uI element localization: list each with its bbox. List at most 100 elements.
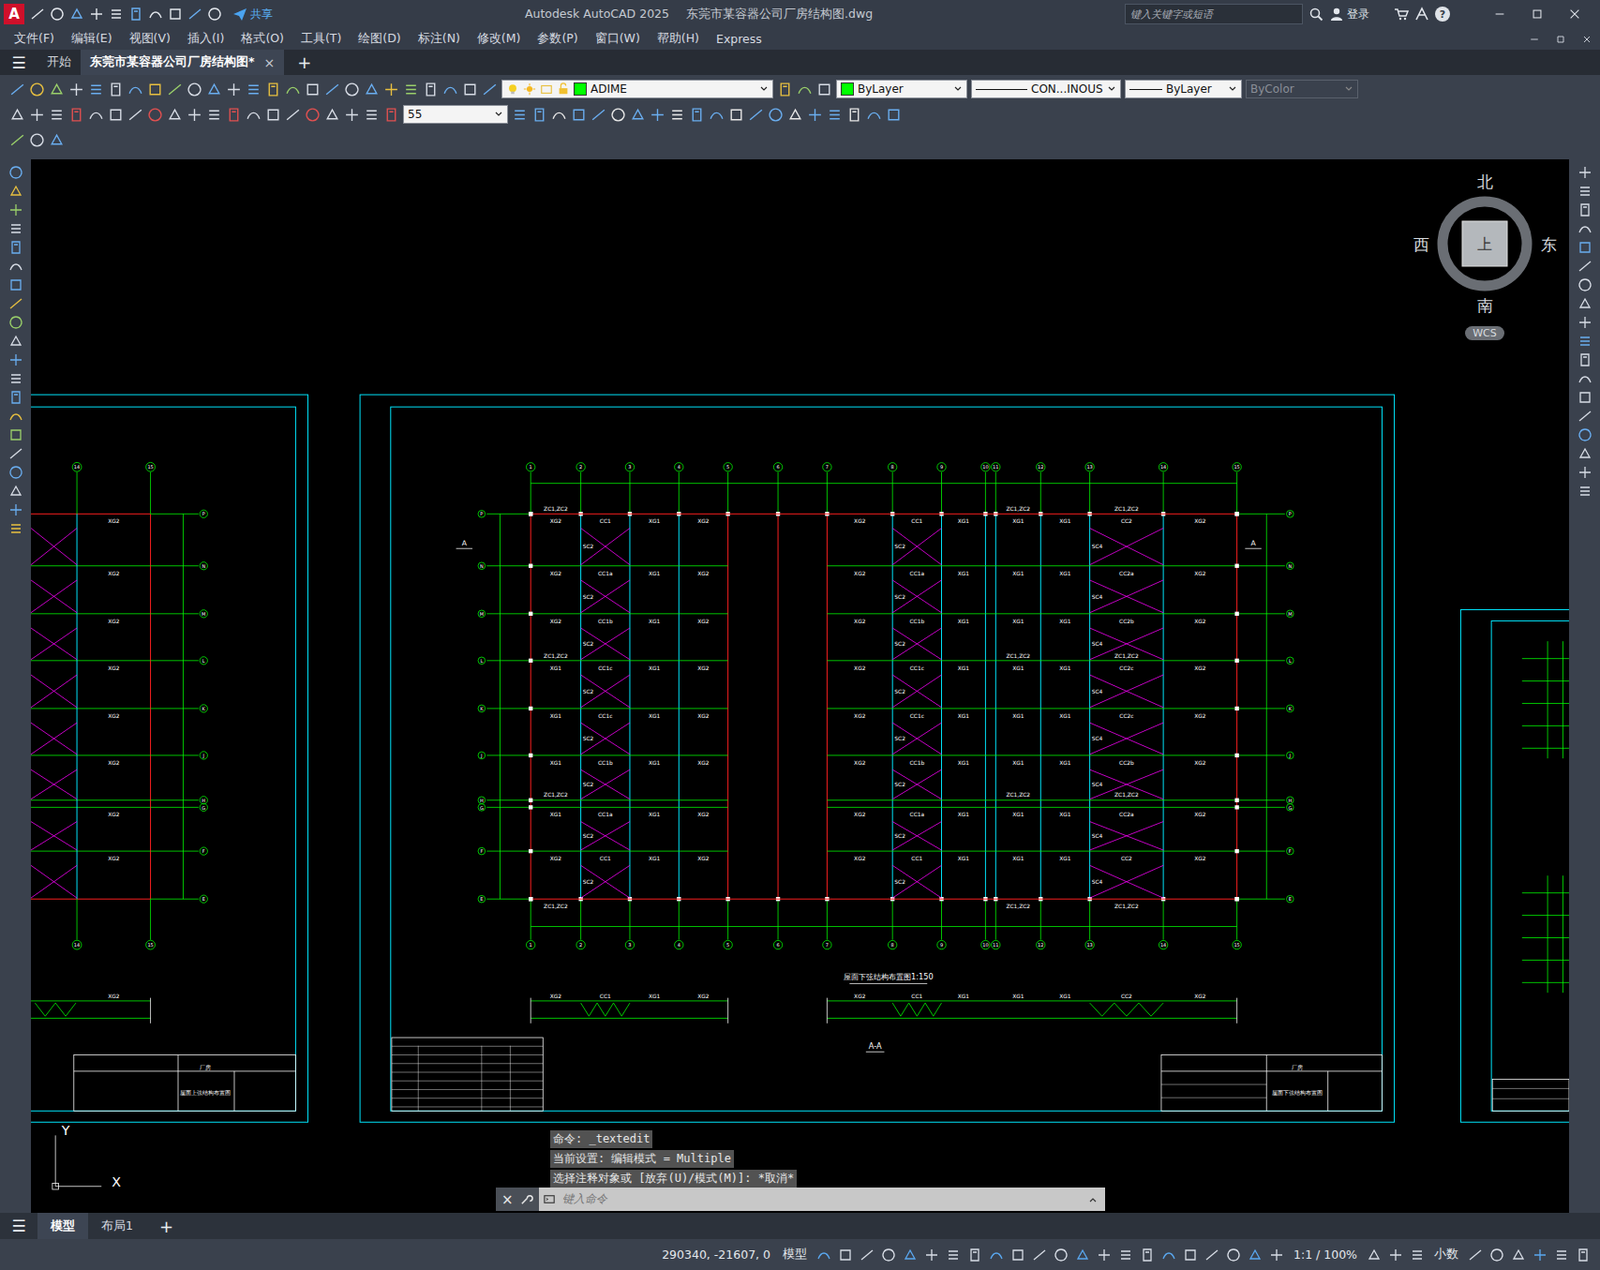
compass-south[interactable]: 南 [1477,296,1494,315]
dimension-tool-icon[interactable] [245,106,262,123]
search-field[interactable]: 键入关键字或短语 [1124,3,1303,25]
close-icon[interactable] [1568,7,1582,21]
plotstyle-dropdown[interactable]: ByColor [1245,79,1359,99]
modify-tool-icon[interactable] [787,106,804,123]
draw-tool-icon[interactable] [8,502,24,518]
minimize-icon[interactable] [1493,7,1507,21]
draw-tool-icon[interactable] [8,408,24,424]
dimension-tool-icon[interactable] [88,106,105,123]
dimension-tool-icon[interactable] [324,106,341,123]
draw-tool-icon[interactable] [8,371,24,387]
status-toggle-icon[interactable] [1161,1247,1177,1263]
dimension-tool-icon[interactable] [304,106,321,123]
quick-access-icon[interactable] [148,6,164,22]
modify-tool-icon[interactable] [629,106,646,123]
tool-icon[interactable] [225,81,242,98]
wrench-icon[interactable] [519,1192,534,1207]
status-toggle-icon[interactable] [1053,1247,1069,1263]
new-layout-button[interactable]: + [146,1212,187,1240]
status-toggle-icon[interactable] [837,1247,853,1263]
tool-icon[interactable] [29,81,45,98]
file-tab[interactable]: 东莞市某容器公司厂房结构图*× [80,49,285,75]
modify-tool-icon[interactable] [1577,202,1593,218]
modify-tool-icon[interactable] [826,106,843,123]
color-dropdown[interactable]: ByLayer [836,79,968,99]
layout-tab[interactable]: 模型 [37,1212,89,1240]
file-tab[interactable]: 开始 [37,49,81,75]
ucs-menu[interactable]: WCS [1465,326,1505,341]
view-cube[interactable]: 上北南东西WCS [1400,159,1570,341]
status-tool-icon[interactable] [1575,1247,1591,1263]
dimension-tool-icon[interactable] [166,106,183,123]
tool-icon[interactable] [107,81,124,98]
tool-icon[interactable] [147,81,164,98]
status-toggle-icon[interactable] [1031,1247,1047,1263]
units-dropdown[interactable]: 小数 [1431,1246,1462,1263]
status-toggle-icon[interactable] [945,1247,961,1263]
menu-item[interactable]: 工具(T) [292,29,350,49]
tool-icon[interactable] [29,132,45,149]
draw-tool-icon[interactable] [8,221,24,237]
tool-icon[interactable] [481,81,498,98]
tool-icon[interactable] [127,81,144,98]
status-toggle-icon[interactable] [881,1247,897,1263]
status-tool-icon[interactable] [1409,1247,1425,1263]
modify-tool-icon[interactable] [590,106,607,123]
dimension-tool-icon[interactable] [383,106,400,123]
draw-tool-icon[interactable] [8,427,24,443]
draw-tool-icon[interactable] [8,183,24,199]
draw-tool-icon[interactable] [8,464,24,480]
menu-item[interactable]: 帮助(H) [648,29,708,49]
tool-icon[interactable] [68,81,85,98]
draw-tool-icon[interactable] [8,239,24,255]
lineweight-dropdown[interactable]: ByLayer [1124,79,1242,99]
tool-icon[interactable] [166,81,183,98]
modify-tool-icon[interactable] [610,106,627,123]
modify-tool-icon[interactable] [1577,258,1593,274]
tool-icon[interactable] [284,81,301,98]
help-button[interactable]: ? [1435,6,1451,22]
status-toggle-icon[interactable] [1118,1247,1134,1263]
layer-tool-icon[interactable] [796,81,813,98]
layer-tool-icon[interactable] [777,81,793,98]
modify-tool-icon[interactable] [885,106,902,123]
coordinates[interactable]: 290340, -21607, 0 [658,1247,774,1262]
dimension-tool-icon[interactable] [206,106,223,123]
tool-icon[interactable] [245,81,262,98]
modify-tool-icon[interactable] [669,106,686,123]
app-menu-button[interactable]: ☰ [0,49,38,75]
tool-icon[interactable] [304,81,321,98]
quick-access-icon[interactable] [187,6,203,22]
menu-item[interactable]: 编辑(E) [62,29,121,49]
tool-icon[interactable] [442,81,459,98]
modify-tool-icon[interactable] [511,106,528,123]
tool-icon[interactable] [343,81,360,98]
dimension-tool-icon[interactable] [9,106,26,123]
status-toggle-icon[interactable] [1010,1247,1026,1263]
status-toggle-icon[interactable] [1182,1247,1198,1263]
model-space-button[interactable]: 模型 [779,1246,810,1263]
command-input[interactable]: 键入命令 [538,1187,1106,1212]
dimension-tool-icon[interactable] [363,106,380,123]
modify-tool-icon[interactable] [866,106,883,123]
menu-item[interactable]: 窗口(W) [586,29,649,49]
modify-tool-icon[interactable] [1577,333,1593,349]
status-toggle-icon[interactable] [859,1247,875,1263]
tool-icon[interactable] [265,81,282,98]
modify-tool-icon[interactable] [531,106,548,123]
draw-tool-icon[interactable] [8,314,24,330]
modify-tool-icon[interactable] [708,106,725,123]
modify-tool-icon[interactable] [1577,221,1593,237]
modify-tool-icon[interactable] [1577,352,1593,368]
quick-access-icon[interactable] [128,6,144,22]
dimension-tool-icon[interactable] [186,106,203,123]
search-icon[interactable] [1308,6,1324,22]
command-close-button[interactable]: × [501,1191,514,1209]
draw-tool-icon[interactable] [8,446,24,462]
share-button[interactable]: 共享 [232,6,273,23]
menu-item[interactable]: 修改(M) [468,29,530,49]
modify-tool-icon[interactable] [1577,371,1593,387]
status-toggle-icon[interactable] [1247,1247,1263,1263]
modify-tool-icon[interactable] [688,106,705,123]
menu-item[interactable]: 插入(I) [179,29,233,49]
